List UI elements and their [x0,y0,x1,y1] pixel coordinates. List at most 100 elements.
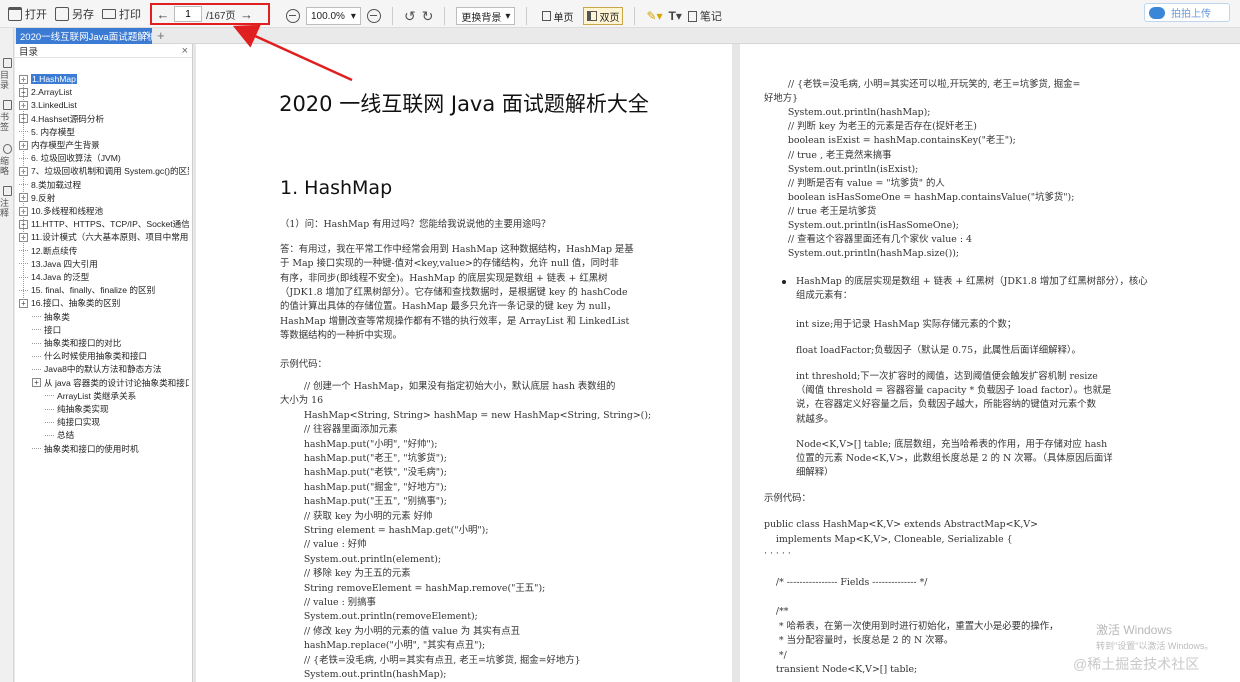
highlighter-icon[interactable]: ✎▾ [646,9,662,23]
prev-page-icon[interactable]: ← [156,7,170,22]
outline-item[interactable]: +从 java 容器类的设计讨论抽象类和接口的应用 [32,377,189,389]
text-format-icon[interactable]: T▾ [669,9,682,23]
outline-item[interactable]: 抽象类和接口的对比 [32,337,189,349]
code-line: hashMap.put("老王", "坑爹货"); [280,453,447,464]
page-navigator: ← /167页 → [150,3,270,25]
print-button[interactable]: 打印 [98,3,145,25]
outline-item[interactable]: ArrayList 类继承关系 [45,390,189,402]
code-line: boolean isExist = hashMap.containsKey("老… [764,135,1016,147]
outline-item[interactable]: 14.Java 的泛型 [19,271,189,283]
outline-item[interactable]: +10.多线程和线程池 [19,205,189,217]
outline-item-label: 内存模型产生背景 [31,140,100,150]
outline-item[interactable]: +9.反射 [19,192,189,204]
outline-item[interactable]: 15. final、finally、finalize 的区别 [19,284,189,296]
code-line: hashMap.put("小明", "好帅"); [280,438,438,450]
rail-thumbnails[interactable]: 缩略 [0,144,14,176]
outline-item-label: 1.HashMap [31,74,77,84]
code-line: HashMap<String, String> hashMap = new Ha… [280,409,652,421]
code-line: implements Map<K,V>, Cloneable, Serializ… [764,533,1013,545]
document-tab[interactable]: 2020一线互联网Java面试题解析 × [16,28,152,44]
zoom-in-icon[interactable] [366,9,381,23]
page-total: /167页 [206,10,236,22]
outline-item[interactable]: 什么时候使用抽象类和接口 [32,350,189,362]
outline-item[interactable]: 12.断点续传 [19,245,189,257]
outline-item[interactable]: +4.Hashset源码分析 [19,113,189,125]
rotate-left-icon[interactable]: ↺ [404,8,416,25]
outline-item[interactable]: 抽象类 [32,311,189,323]
outline-item[interactable]: 纯抽象类实现 [45,403,189,415]
upload-button[interactable]: 拍拍上传 [1144,3,1230,22]
outline-item[interactable]: 5. 内存模型 [19,126,189,138]
divider [391,7,393,25]
rail-outline[interactable]: 目录 [0,58,14,90]
outline-item[interactable]: + 内存模型产生背景 [19,139,189,151]
tree-connector [45,434,54,436]
code-line: // 判断是否有 value = "坑爹货" 的人 [764,177,945,189]
divider [526,7,528,25]
outline-item[interactable]: 接口 [32,324,189,336]
single-page-button[interactable]: 单页 [538,7,577,25]
outline-item-label: 8.类加载过程 [31,179,82,190]
code-line: transient Node<K,V>[] table; [764,664,918,675]
tree-connector [32,448,41,450]
save-icon [55,6,69,21]
close-icon[interactable]: × [182,45,188,57]
open-button[interactable]: 打开 [4,3,51,25]
code-line: System.out.println(hashMap); [280,669,447,680]
annotation-icon [2,186,12,196]
expand-icon[interactable]: + [32,378,41,388]
zoom-out-icon[interactable] [286,9,300,23]
outline-item[interactable]: 纯接口实现 [45,416,189,428]
brand-watermark: @稀土掘金技术社区 [1073,656,1200,672]
divider [634,7,636,25]
code-line: System.out.println(isExist); [764,163,919,175]
code-line: 大小为 16 [280,395,324,407]
table-line: 位置的元素 Node<K,V>，此数组长度总是 2 的 N 次幂。（具体原因后面… [796,453,1113,465]
outline-item[interactable]: 13.Java 四大引用 [19,258,189,270]
next-page-icon[interactable]: → [239,7,253,22]
outline-item-label: 16.接口、抽象类的区别 [31,298,121,309]
double-page-button[interactable]: 双页 [583,7,624,25]
save-as-button[interactable]: 另存 [51,3,98,25]
outline-item[interactable]: +1.HashMap [19,73,189,85]
outline-item-label: 2.ArrayList [31,87,73,98]
outline-header: 目录 × [15,44,192,58]
code-line: // 判断 key 为老王的元素是否存在(捉奸老王) [764,121,977,133]
outline-item-label: 11.HTTP、HTTPS、TCP/IP、Socket通信、三次握手 [31,219,189,230]
outline-item[interactable]: 6. 垃圾回收算法（JVM) [19,152,189,164]
document-viewport[interactable]: 2020 一线互联网 Java 面试题解析大全 1. HashMap （1）问：… [194,44,1240,682]
double-page-icon [587,11,598,21]
notes-button[interactable]: 笔记 [687,5,722,27]
answer-line: 有序，非同步(即线程不安全)。HashMap 的底层实现是数组 + 链表 + 红… [280,272,608,284]
outline-item-label: Java8中的默认方法和静态方法 [44,364,162,375]
rail-annotations[interactable]: 注释 [0,186,14,218]
tree-connector [32,316,41,318]
background-select[interactable]: 更换背景 ▾ [456,7,516,25]
page-number-input[interactable] [174,6,202,22]
code-line: String element = hashMap.get("小明"); [280,525,489,536]
outline-item[interactable]: 抽象类和接口的使用时机 [32,443,189,455]
table-line: 细解释） [796,467,834,479]
rotate-right-icon[interactable]: ↻ [422,8,434,25]
outline-item[interactable]: +3.LinkedList [19,99,189,111]
answer-line: 等数据结构的一种折中实现。 [280,329,402,341]
zoom-select[interactable]: 100.0% ▾ [306,7,361,25]
chevron-down-icon: ▾ [505,10,511,22]
outline-item[interactable]: +11.HTTP、HTTPS、TCP/IP、Socket通信、三次握手 [19,218,189,230]
answer-line: 的值计算出具体的存储位置。HashMap 最多只允许一条记录的键 key 为 n… [280,301,617,313]
outline-item[interactable]: +2.ArrayList [19,86,189,98]
field-size: int size;用于记录 HashMap 实际存储元素的个数； [796,319,1017,330]
page-right: // {老铁=没毛病, 小明=其实还可以啦,开玩笑的, 老王=坑爹货, 掘金= 好… [740,44,1240,682]
threshold-line: int threshold;下一次扩容时的阈值，达到阈值便会触发扩容机制 res… [796,371,1098,382]
code-line: hashMap.put("王五", "别搞事"); [280,496,447,508]
close-icon[interactable]: × [143,29,149,40]
outline-item[interactable]: 8.类加载过程 [19,179,189,191]
add-tab-icon[interactable]: + [157,28,165,44]
outline-item[interactable]: +11.设计模式（六大基本原则、项目中常用的设计模式 [19,231,189,243]
outline-item[interactable]: +16.接口、抽象类的区别 [19,297,189,309]
outline-item[interactable]: +7、垃圾回收机制和调用 System.gc()的区别 [19,165,189,177]
rail-bookmarks[interactable]: 书签 [0,100,14,132]
outline-item[interactable]: Java8中的默认方法和静态方法 [32,363,189,375]
outline-item[interactable]: 总结 [45,429,189,441]
toolbar: 打开 另存 打印 ← /167页 → 100.0% ▾ ↺ ↻ 更换背景 ▾ 单… [0,0,1240,28]
